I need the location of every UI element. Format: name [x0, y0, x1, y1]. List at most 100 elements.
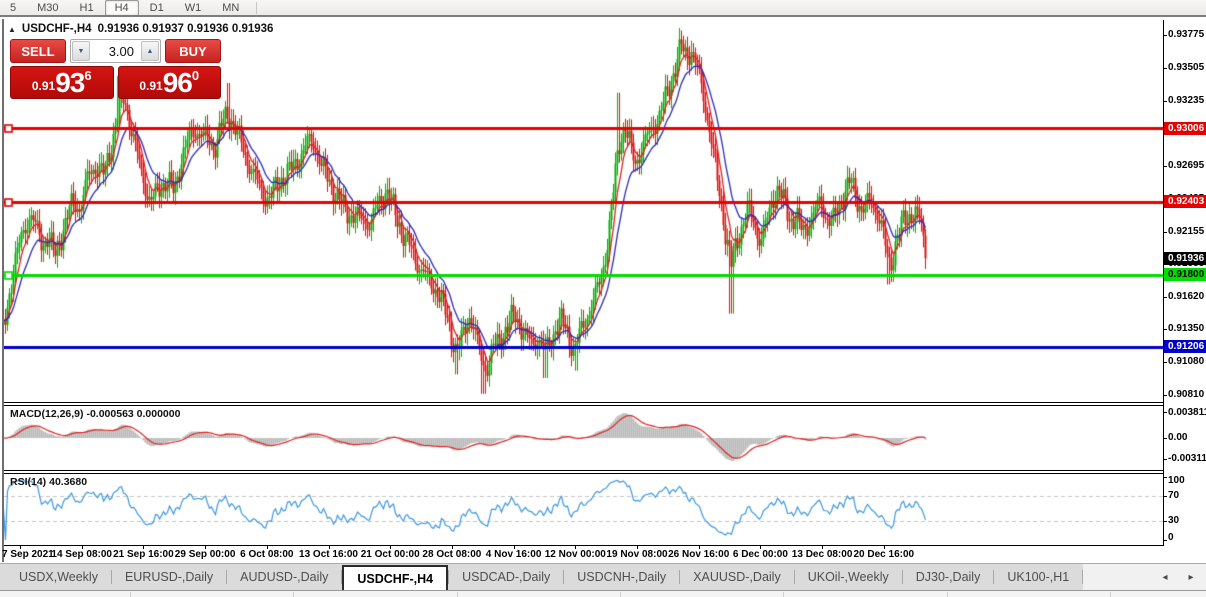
status-strip-separator — [1110, 592, 1111, 597]
price-tick-label: 0.91350 — [1168, 323, 1204, 334]
date-tick-label: 19 Nov 08:00 — [606, 549, 667, 560]
trading-platform-window: 5M30H1H4D1W1MN ▲ USDCHF-,H4 0.91936 0.91… — [0, 0, 1206, 597]
sell-price-big: 93 — [55, 69, 84, 97]
panel-divider — [4, 402, 1164, 403]
price-tick-mark — [1163, 68, 1167, 69]
timeframe-button-d1[interactable]: D1 — [140, 0, 174, 16]
date-tick-label: 28 Oct 08:00 — [422, 549, 481, 560]
price-tick-label: 0.93235 — [1168, 95, 1204, 106]
date-tick-label: 14 Sep 08:00 — [51, 549, 112, 560]
tab-eurusd-daily[interactable]: EURUSD-,Daily — [112, 564, 226, 590]
date-tick-label: 13 Oct 16:00 — [299, 549, 358, 560]
volume-spinner: ▼ 3.00 ▲ — [70, 39, 161, 63]
buy-price-box[interactable]: 0.91 96 0 — [118, 66, 222, 99]
rsi-panel-canvas[interactable] — [4, 474, 1163, 545]
price-tick-label: 0.90810 — [1168, 389, 1204, 400]
macd-tick-mark — [1163, 438, 1167, 439]
status-strip-separator — [947, 592, 948, 597]
chart-header: ▲ USDCHF-,H4 0.91936 0.91937 0.91936 0.9… — [8, 23, 273, 35]
date-tick-label: 12 Nov 00:00 — [545, 549, 606, 560]
rsi-tick-label: 70 — [1168, 490, 1179, 501]
tab-ukoil-weekly[interactable]: UKOil-,Weekly — [795, 564, 902, 590]
date-tick-label: 7 Sep 2021 — [2, 549, 54, 560]
sell-price-prefix: 0.91 — [32, 79, 55, 93]
toolbar-separator — [256, 2, 257, 14]
price-tick-mark — [1163, 232, 1167, 233]
panel-divider[interactable] — [4, 473, 1164, 474]
tabs-scroll-left-icon[interactable]: ◂ — [1160, 572, 1170, 583]
status-strip-separator — [620, 592, 621, 597]
panel-divider — [4, 545, 1164, 546]
rsi-tick-label: 30 — [1168, 515, 1179, 526]
panel-divider — [4, 470, 1164, 471]
status-strip-separator — [130, 592, 131, 597]
macd-indicator-label: MACD(12,26,9) -0.000563 0.000000 — [10, 408, 180, 420]
symbol-tab-bar: USDX,WeeklyEURUSD-,DailyAUDUSD-,DailyUSD… — [0, 563, 1206, 590]
tab-separator — [1082, 570, 1083, 584]
macd-tick-mark — [1163, 459, 1167, 460]
one-click-trade-panel: SELL ▼ 3.00 ▲ BUY 0.91 93 6 0.91 96 0 — [10, 39, 221, 99]
timeframe-button-mn[interactable]: MN — [212, 0, 249, 16]
rsi-tick-label: 0 — [1168, 532, 1174, 543]
tab-usdcad-daily[interactable]: USDCAD-,Daily — [449, 564, 563, 590]
sell-button[interactable]: SELL — [10, 39, 66, 63]
tabs-scroll-right-icon[interactable]: ▸ — [1186, 572, 1196, 583]
volume-value[interactable]: 3.00 — [91, 40, 140, 62]
collapse-panel-icon[interactable]: ▲ — [8, 25, 16, 34]
date-tick-label: 29 Sep 00:00 — [175, 549, 236, 560]
price-tick-mark — [1163, 362, 1167, 363]
tab-usdchf-h4[interactable]: USDCHF-,H4 — [342, 565, 448, 590]
volume-increase-icon[interactable]: ▲ — [141, 41, 159, 61]
timeframe-button-m30[interactable]: M30 — [27, 0, 68, 16]
tab-dj30-daily[interactable]: DJ30-,Daily — [903, 564, 994, 590]
timeframe-button-h1[interactable]: H1 — [70, 0, 104, 16]
price-tick-label: 0.93505 — [1168, 62, 1204, 73]
tab-usdx-weekly[interactable]: USDX,Weekly — [6, 564, 111, 590]
timeframe-button-w1[interactable]: W1 — [175, 0, 212, 16]
rsi-tick-mark — [1163, 477, 1167, 478]
rsi-tick-mark — [1163, 496, 1167, 497]
support-line-tag: 0.91800 — [1164, 268, 1206, 281]
price-tick-mark — [1163, 166, 1167, 167]
rsi-tick-label: 100 — [1168, 475, 1185, 486]
resistance-line-tag: 0.92403 — [1164, 195, 1206, 208]
panel-divider[interactable] — [4, 405, 1164, 406]
macd-tick-label: 0.00 — [1168, 432, 1187, 443]
tab-uk100-h1[interactable]: UK100-,H1 — [994, 564, 1082, 590]
chart-ohlc-values: 0.91936 0.91937 0.91936 0.91936 — [98, 23, 274, 35]
status-strip-separator — [293, 592, 294, 597]
sell-price-pip: 6 — [84, 68, 91, 83]
timeframe-button-h4[interactable]: H4 — [105, 0, 139, 16]
volume-decrease-icon[interactable]: ▼ — [72, 41, 90, 61]
buy-button[interactable]: BUY — [165, 39, 221, 63]
tab-usdcnh-daily[interactable]: USDCNH-,Daily — [564, 564, 679, 590]
date-tick-label: 20 Dec 16:00 — [853, 549, 914, 560]
date-tick-label: 21 Sep 16:00 — [113, 549, 174, 560]
sell-price-box[interactable]: 0.91 93 6 — [10, 66, 114, 99]
rsi-tick-mark — [1163, 540, 1167, 541]
date-tick-label: 21 Oct 00:00 — [361, 549, 420, 560]
support-line-tag: 0.91206 — [1164, 340, 1206, 353]
date-tick-label: 4 Nov 16:00 — [486, 549, 542, 560]
price-tick-label: 0.91080 — [1168, 356, 1204, 367]
status-strip-separator — [457, 592, 458, 597]
date-tick-label: 6 Oct 08:00 — [240, 549, 293, 560]
price-tick-mark — [1163, 101, 1167, 102]
date-tick-label: 26 Nov 16:00 — [668, 549, 729, 560]
timeframe-button-5[interactable]: 5 — [0, 0, 26, 16]
price-tick-label: 0.93775 — [1168, 29, 1204, 40]
price-tick-mark — [1163, 297, 1167, 298]
price-tick-mark — [1163, 35, 1167, 36]
price-tick-mark — [1163, 395, 1167, 396]
tab-audusd-daily[interactable]: AUDUSD-,Daily — [227, 564, 341, 590]
price-tick-mark — [1163, 329, 1167, 330]
current-price-tag: 0.91936 — [1164, 252, 1206, 265]
price-tick-label: 0.92155 — [1168, 226, 1204, 237]
rsi-indicator-label: RSI(14) 40.3680 — [10, 476, 87, 488]
date-tick-label: 6 Dec 00:00 — [733, 549, 788, 560]
price-tick-label: 0.92695 — [1168, 160, 1204, 171]
status-strip — [0, 590, 1206, 597]
price-axis-line[interactable] — [1163, 20, 1164, 545]
symbol-tabs-strip: USDX,WeeklyEURUSD-,DailyAUDUSD-,DailyUSD… — [0, 564, 1083, 590]
tab-xauusd-daily[interactable]: XAUUSD-,Daily — [680, 564, 794, 590]
